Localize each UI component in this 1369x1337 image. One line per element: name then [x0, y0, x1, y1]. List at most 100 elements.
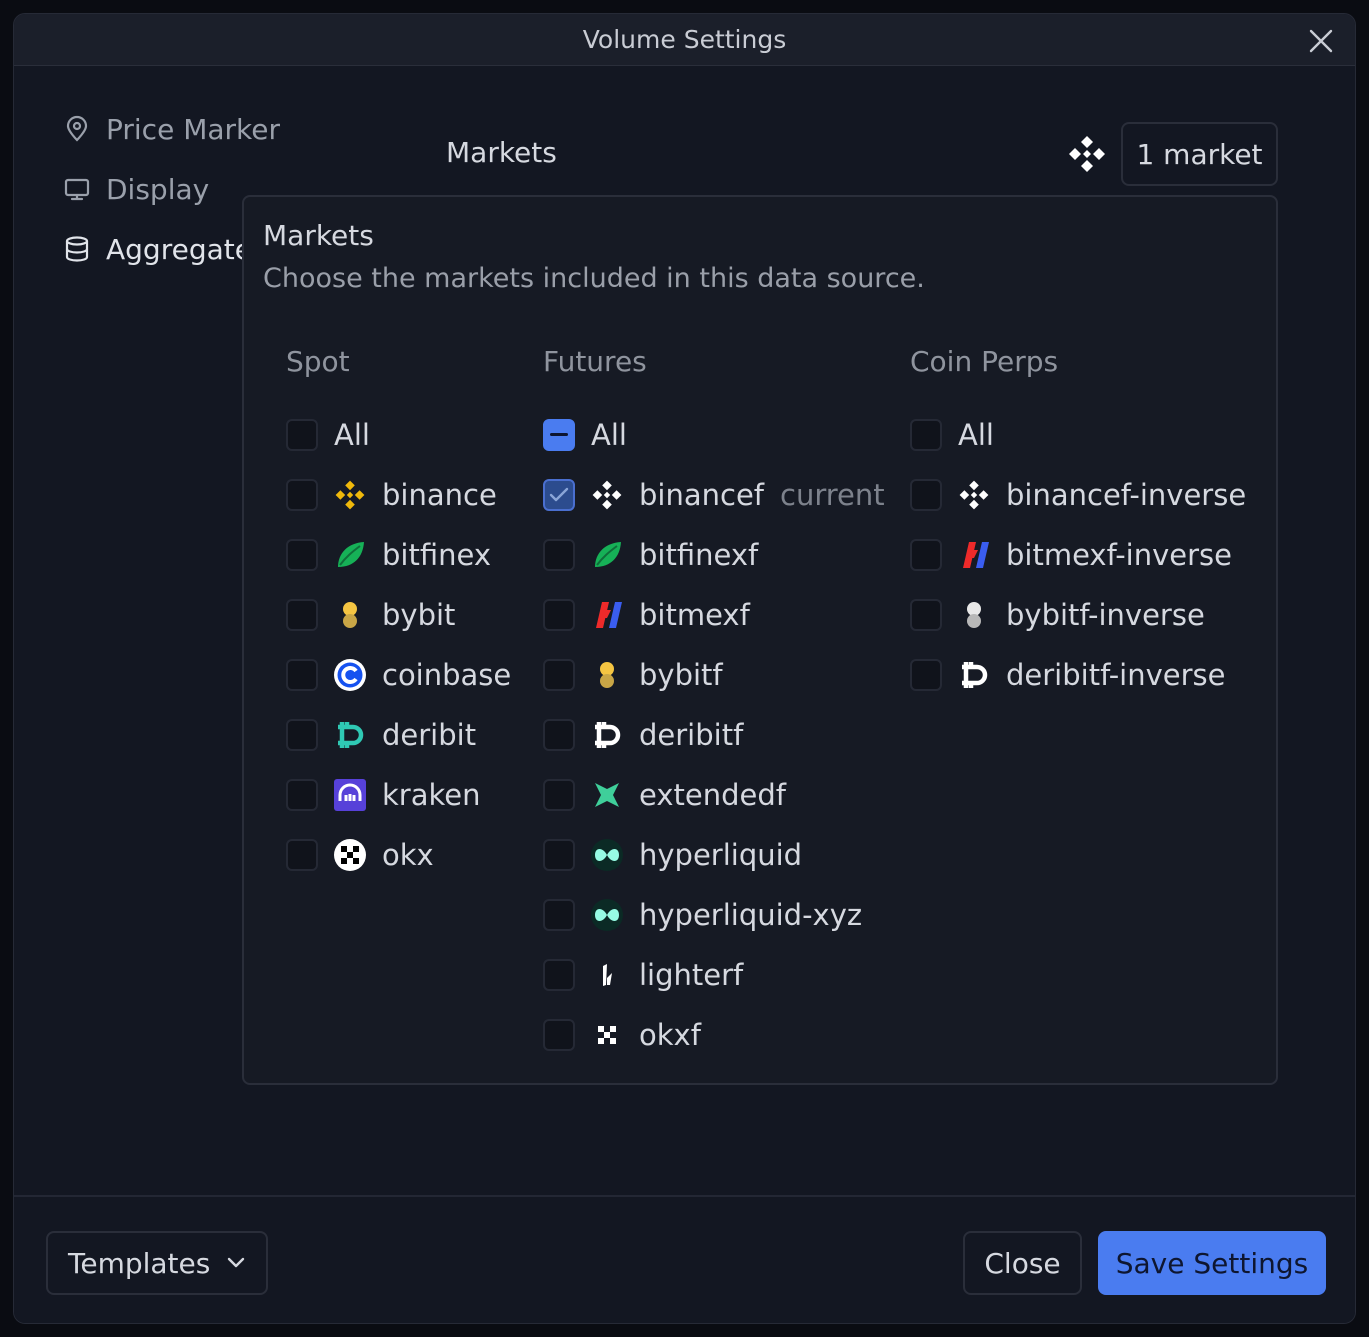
- database-icon: [62, 234, 92, 264]
- market-option-bitmexf[interactable]: bitmexf: [543, 585, 885, 645]
- market-option-okxf[interactable]: okxf: [543, 1005, 885, 1065]
- market-option-hyperliquid-xyz[interactable]: hyperliquid-xyz: [543, 885, 885, 945]
- market-option-okx[interactable]: okx: [286, 825, 511, 885]
- sidebar-item-display[interactable]: Display: [62, 169, 209, 209]
- option-label: kraken: [382, 778, 481, 812]
- deribit-logo-icon: [590, 718, 624, 752]
- coin-perps-column: Coin Perps All binancef-inverse bitmexf-…: [910, 345, 1246, 705]
- market-option-binance[interactable]: binance: [286, 465, 511, 525]
- checkbox[interactable]: [543, 839, 575, 871]
- checkbox[interactable]: [543, 719, 575, 751]
- market-option-binancef[interactable]: binancef current: [543, 465, 885, 525]
- market-option-extendedf[interactable]: extendedf: [543, 765, 885, 825]
- market-count-button[interactable]: 1 market: [1121, 122, 1278, 186]
- checkbox[interactable]: [286, 599, 318, 631]
- market-option-bitmexf-inverse[interactable]: bitmexf-inverse: [910, 525, 1246, 585]
- bybit-logo-icon: [957, 598, 991, 632]
- market-option-bitfinex[interactable]: bitfinex: [286, 525, 511, 585]
- futures-all-checkbox[interactable]: [543, 419, 575, 451]
- sidebar-item-aggregate[interactable]: Aggregate: [62, 229, 252, 269]
- binance-futures-logo-icon: [590, 478, 624, 512]
- option-label: binancef: [639, 478, 764, 512]
- option-label: deribitf-inverse: [1006, 658, 1226, 692]
- bitfinex-leaf-icon: [590, 538, 624, 572]
- hyperliquid-logo-icon: [590, 898, 624, 932]
- bybit-logo-icon: [590, 658, 624, 692]
- option-label: bitfinex: [382, 538, 491, 572]
- checkbox[interactable]: [910, 659, 942, 691]
- checkbox[interactable]: [286, 779, 318, 811]
- spot-all-checkbox[interactable]: [286, 419, 318, 451]
- sidebar-item-label: Price Marker: [106, 112, 280, 146]
- location-pin-icon: [62, 114, 92, 144]
- deribit-logo-icon: [957, 658, 991, 692]
- market-option-hyperliquid[interactable]: hyperliquid: [543, 825, 885, 885]
- coinbase-logo-icon: [333, 658, 367, 692]
- monitor-icon: [62, 174, 92, 204]
- option-label: coinbase: [382, 658, 512, 692]
- checkbox[interactable]: [543, 659, 575, 691]
- option-label: All: [958, 418, 994, 452]
- save-settings-button[interactable]: Save Settings: [1098, 1231, 1326, 1295]
- deribit-logo-icon: [333, 718, 367, 752]
- market-option-binancef-inverse[interactable]: binancef-inverse: [910, 465, 1246, 525]
- spot-all-option[interactable]: All: [286, 405, 511, 465]
- dialog-footer: Templates Close Save Settings: [14, 1195, 1355, 1323]
- sidebar-item-label: Display: [106, 172, 210, 206]
- checkbox[interactable]: [286, 479, 318, 511]
- market-option-deribitf[interactable]: deribitf: [543, 705, 885, 765]
- close-button[interactable]: Close: [963, 1231, 1082, 1295]
- templates-label: Templates: [68, 1246, 211, 1280]
- market-option-bitfinexf[interactable]: bitfinexf: [543, 525, 885, 585]
- market-option-bybitf[interactable]: bybitf: [543, 645, 885, 705]
- checkbox[interactable]: [910, 539, 942, 571]
- spot-column: Spot All binance bitfinex bybit coinbase…: [286, 345, 511, 885]
- option-label: lighterf: [639, 958, 744, 992]
- markets-label: Markets: [446, 136, 557, 169]
- market-option-lighterf[interactable]: lighterf: [543, 945, 885, 1005]
- checkbox[interactable]: [543, 899, 575, 931]
- market-option-kraken[interactable]: kraken: [286, 765, 511, 825]
- checkbox[interactable]: [286, 839, 318, 871]
- option-label: binance: [382, 478, 497, 512]
- dialog-title: Volume Settings: [582, 25, 787, 54]
- option-label: deribitf: [639, 718, 744, 752]
- checkbox-checked[interactable]: [543, 479, 575, 511]
- market-option-bybit[interactable]: bybit: [286, 585, 511, 645]
- bitmex-logo-icon: [957, 538, 991, 572]
- checkbox[interactable]: [543, 1019, 575, 1051]
- coin-perps-all-option[interactable]: All: [910, 405, 1246, 465]
- binance-logo-icon: [333, 478, 367, 512]
- futures-column: Futures All binancef current bitfinexf b…: [543, 345, 885, 1065]
- current-tag: current: [780, 478, 885, 512]
- market-option-deribitf-inverse[interactable]: deribitf-inverse: [910, 645, 1246, 705]
- market-option-deribit[interactable]: deribit: [286, 705, 511, 765]
- checkbox[interactable]: [543, 959, 575, 991]
- option-label: All: [334, 418, 370, 452]
- close-icon[interactable]: [1306, 26, 1336, 56]
- checkbox[interactable]: [543, 539, 575, 571]
- binance-futures-logo-icon: [957, 478, 991, 512]
- checkbox[interactable]: [910, 599, 942, 631]
- checkbox[interactable]: [543, 599, 575, 631]
- bitmex-logo-icon: [590, 598, 624, 632]
- option-label: okxf: [639, 1018, 701, 1052]
- checkbox[interactable]: [910, 479, 942, 511]
- option-label: deribit: [382, 718, 477, 752]
- checkbox[interactable]: [286, 719, 318, 751]
- market-option-coinbase[interactable]: coinbase: [286, 645, 511, 705]
- checkbox[interactable]: [286, 539, 318, 571]
- templates-dropdown[interactable]: Templates: [46, 1231, 268, 1295]
- option-label: binancef-inverse: [1006, 478, 1247, 512]
- spot-heading: Spot: [286, 345, 350, 378]
- futures-all-option[interactable]: All: [543, 405, 885, 465]
- option-label: bitfinexf: [639, 538, 759, 572]
- checkbox[interactable]: [286, 659, 318, 691]
- sidebar-item-price-marker[interactable]: Price Marker: [62, 109, 280, 149]
- market-option-bybitf-inverse[interactable]: bybitf-inverse: [910, 585, 1246, 645]
- checkbox[interactable]: [543, 779, 575, 811]
- coin-perps-all-checkbox[interactable]: [910, 419, 942, 451]
- chevron-down-icon: [226, 1254, 246, 1273]
- coin-perps-heading: Coin Perps: [910, 345, 1059, 378]
- option-label: okx: [382, 838, 434, 872]
